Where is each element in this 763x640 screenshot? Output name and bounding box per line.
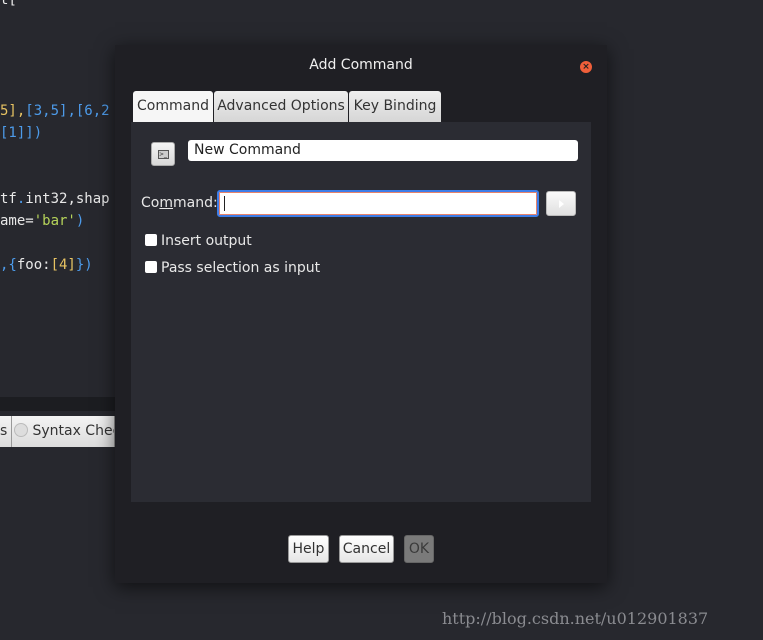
ok-button[interactable]: OK	[404, 535, 434, 563]
code-token: })	[75, 257, 93, 273]
pass-selection-checkbox[interactable]: Pass selection as input	[145, 260, 320, 276]
checkbox-label: Insert output	[161, 233, 252, 249]
bottom-tab[interactable]: s	[0, 416, 12, 447]
code-token: [4]	[50, 257, 76, 273]
run-button[interactable]	[546, 191, 576, 216]
name-input[interactable]: New Command	[188, 140, 578, 161]
code-line: tf.int32,shap	[0, 191, 110, 207]
code-token: )	[75, 213, 85, 229]
code-token: ,{	[0, 257, 17, 273]
bottom-tab-syntax-check[interactable]: Syntax Check	[12, 416, 115, 447]
code-token: int32,shap	[25, 191, 110, 207]
command-panel: >_ New Command Command: Insert output Pa…	[131, 122, 591, 502]
panel-divider	[0, 397, 115, 411]
play-icon	[559, 200, 564, 208]
command-label: Command:	[141, 195, 218, 211]
tab-advanced-options[interactable]: Advanced Options	[214, 91, 348, 122]
code-line: 5],[3,5],[6,2	[0, 103, 110, 119]
watermark: http://blog.csdn.net/u012901837	[442, 609, 709, 628]
command-input[interactable]	[217, 190, 539, 217]
help-button[interactable]: Help	[288, 535, 329, 563]
icon-picker-button[interactable]: >_	[151, 142, 175, 166]
checkbox-label: Pass selection as input	[161, 260, 321, 276]
code-token: 'bar'	[33, 213, 76, 229]
tab-label: Syntax Check	[32, 423, 114, 439]
tab-command[interactable]: Command	[133, 91, 213, 122]
insert-output-checkbox[interactable]: Insert output	[145, 233, 252, 249]
cancel-button[interactable]: Cancel	[339, 535, 394, 563]
code-token: 5],	[0, 103, 26, 119]
code-line: t[	[0, 0, 17, 8]
terminal-icon: >_	[158, 150, 169, 159]
code-line: ame='bar')	[0, 213, 84, 229]
code-line: [1]])	[0, 125, 43, 141]
code-token: tf	[0, 191, 17, 207]
code-token: ,[6,2	[67, 103, 110, 119]
tab-key-binding[interactable]: Key Binding	[349, 91, 441, 122]
close-icon[interactable]: ×	[580, 61, 592, 73]
dialog-title: Add Command	[309, 57, 413, 73]
code-token: foo:	[16, 257, 51, 273]
syntax-check-icon	[14, 423, 28, 437]
code-line: ,{foo:[4]})	[0, 257, 93, 273]
add-command-dialog: Add Command × Command Advanced Options K…	[115, 45, 607, 583]
code-token: ame=	[0, 213, 34, 229]
code-token: [3,5]	[25, 103, 68, 119]
